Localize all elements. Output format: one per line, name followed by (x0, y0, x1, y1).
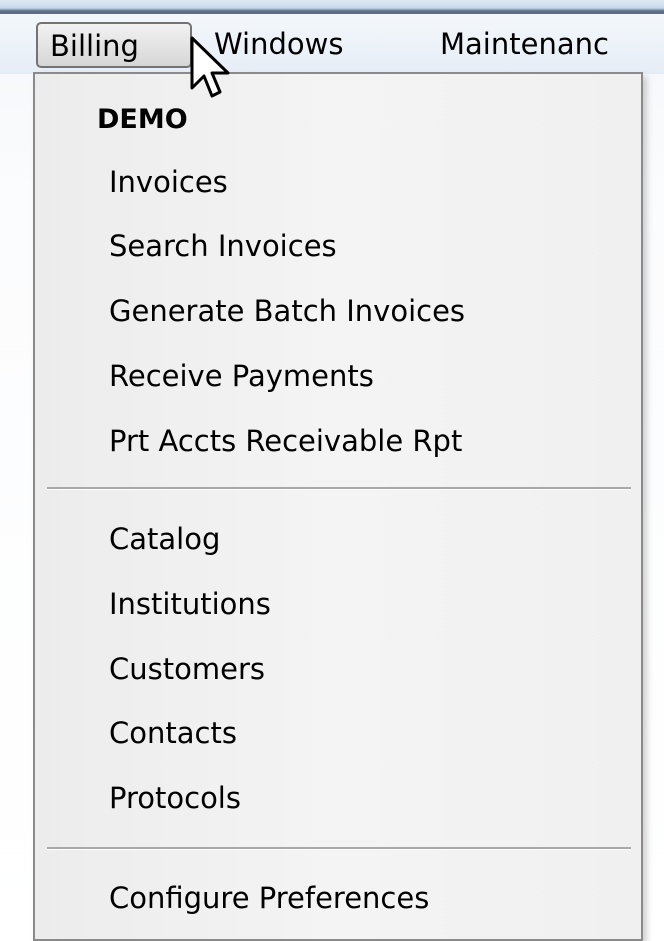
menu-separator (47, 847, 631, 850)
menu-item-prt-accts-receivable-rpt[interactable]: Prt Accts Receivable Rpt (109, 415, 462, 467)
menu-item-configure-preferences[interactable]: Configure Preferences (109, 872, 429, 924)
menu-item-contacts[interactable]: Contacts (109, 707, 237, 759)
menu-item-institutions[interactable]: Institutions (109, 578, 271, 630)
menu-bar: Billing Windows Maintenanc (0, 14, 664, 74)
menu-item-search-invoices[interactable]: Search Invoices (109, 220, 337, 272)
menu-section-header: DEMO (97, 104, 188, 135)
menu-billing[interactable]: Billing (36, 22, 192, 68)
menu-separator (47, 487, 631, 490)
application-window: Billing Windows Maintenanc DEMO Invoices… (0, 0, 664, 941)
menu-item-catalog[interactable]: Catalog (109, 513, 220, 565)
window-title-bar-edge (0, 0, 664, 14)
menu-maintenance[interactable]: Maintenanc (440, 22, 609, 68)
billing-dropdown-menu: DEMO Invoices Search Invoices Generate B… (33, 72, 643, 941)
menu-item-protocols[interactable]: Protocols (109, 772, 241, 824)
mouse-pointer-icon (190, 36, 230, 98)
menu-item-receive-payments[interactable]: Receive Payments (109, 350, 374, 402)
menu-item-invoices[interactable]: Invoices (109, 156, 228, 208)
menu-item-generate-batch-invoices[interactable]: Generate Batch Invoices (109, 285, 465, 337)
menu-item-customers[interactable]: Customers (109, 643, 265, 695)
